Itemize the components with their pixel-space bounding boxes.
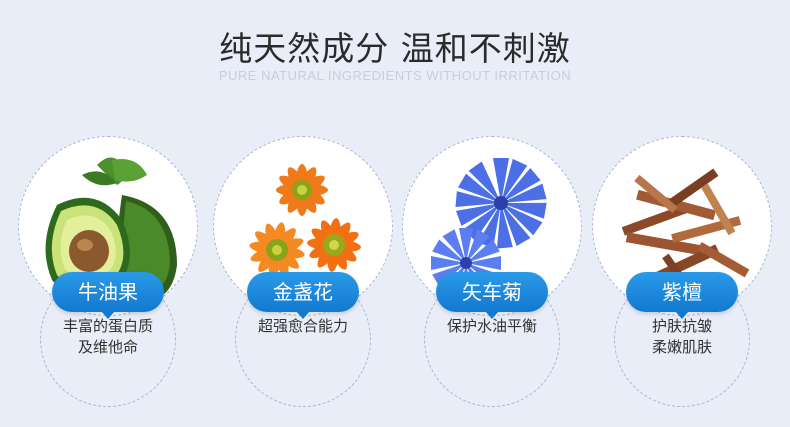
ingredient-name: 牛油果 (52, 272, 164, 319)
ingredient-desc: 保护水油平衡 (424, 316, 560, 337)
ingredient-card-cornflower: 矢车菊 保护水油平衡 (402, 136, 582, 407)
desc-text: 保护水油平衡 (446, 317, 537, 335)
desc-text: 超强愈合能力 (257, 317, 348, 335)
desc-text: 丰富的蛋白质 及维他命 (62, 317, 153, 356)
ingredient-name: 矢车菊 (436, 272, 548, 319)
desc-text: 护肤抗皱 柔嫩肌肤 (651, 317, 712, 356)
ingredient-card-avocado: 牛油果 丰富的蛋白质 及维他命 (18, 136, 198, 407)
page-title: 纯天然成分 温和不刺激 (219, 29, 571, 68)
page-subtitle: PURE NATURAL INGREDIENTS WITHOUT IRRITAT… (218, 68, 572, 83)
ingredient-card-sandalwood: 紫檀 护肤抗皱 柔嫩肌肤 (592, 136, 772, 407)
ingredient-desc: 超强愈合能力 (235, 316, 371, 337)
ingredient-desc: 护肤抗皱 柔嫩肌肤 (614, 316, 750, 358)
ingredient-name: 紫檀 (626, 272, 738, 319)
ingredient-name: 金盏花 (247, 272, 359, 319)
ingredient-card-calendula: 金盏花 超强愈合能力 (213, 136, 393, 407)
ingredient-desc: 丰富的蛋白质 及维他命 (40, 316, 176, 358)
